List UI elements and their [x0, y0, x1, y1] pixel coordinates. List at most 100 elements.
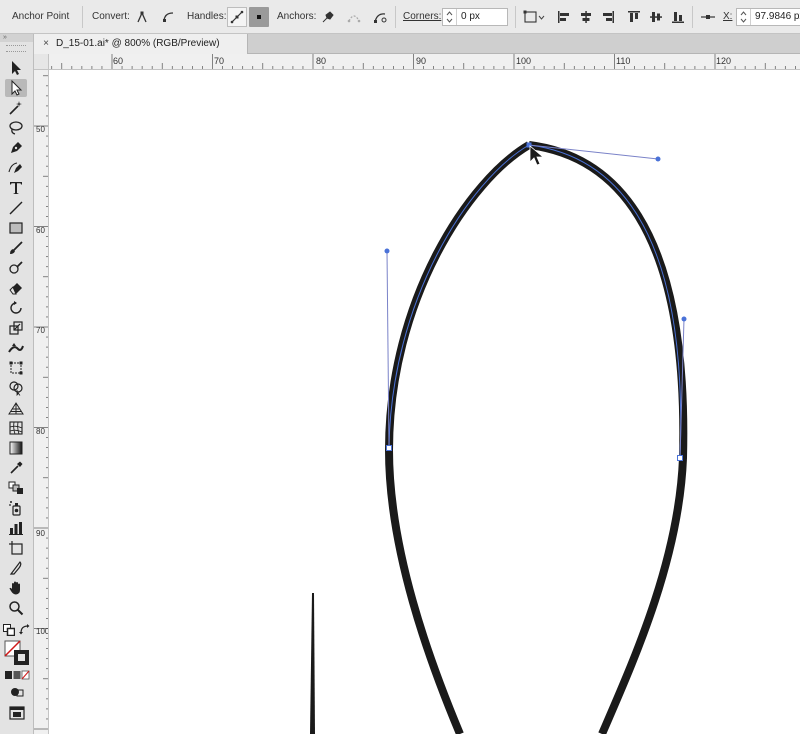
mesh-tool[interactable] [5, 419, 27, 437]
ruler-label: 120 [716, 56, 732, 66]
screen-mode-icon[interactable] [9, 706, 25, 720]
width-tool[interactable] [5, 339, 27, 357]
separator [515, 6, 516, 28]
artwork[interactable] [49, 70, 800, 734]
pen-tool[interactable] [5, 139, 27, 157]
selected-path-outline [388, 144, 682, 459]
direction-handle[interactable] [655, 156, 661, 162]
tools-panel-collapse[interactable]: » [0, 34, 33, 42]
blend-tool[interactable] [5, 479, 27, 497]
scale-tool[interactable] [5, 319, 27, 337]
artboard-canvas[interactable] [49, 70, 800, 734]
draw-mode-icon[interactable] [10, 686, 24, 698]
corners-radius-field[interactable]: 0 px [442, 8, 508, 26]
selection-arrow-icon [12, 61, 21, 75]
control-bar: Anchor Point Convert: Handles: Anchors: … [0, 0, 800, 34]
hand-icon [9, 581, 20, 595]
show-handles-multiple-button[interactable] [227, 7, 247, 27]
align-bottom-button[interactable] [668, 7, 688, 27]
shape-builder-tool[interactable] [5, 379, 27, 397]
anchor-point[interactable] [386, 445, 392, 451]
rectangle-tool[interactable] [5, 219, 27, 237]
artboard-tool[interactable] [5, 539, 27, 557]
transform-reference-dropdown[interactable] [522, 7, 548, 27]
direction-handle[interactable] [681, 316, 687, 322]
separator [395, 6, 396, 28]
ruler-label: 60 [113, 56, 124, 66]
pen-nib-icon [11, 142, 22, 153]
default-fill-stroke-icon[interactable] [3, 624, 16, 637]
tools-panel-grip[interactable] [6, 45, 26, 52]
ruler-label: 50 [36, 125, 45, 134]
hand-tool[interactable] [5, 579, 27, 597]
anchors-label: Anchors: [277, 11, 317, 22]
rotate-tool[interactable] [5, 299, 27, 317]
document-tab-title: D_15-01.ai* @ 800% (RGB/Preview) [56, 38, 220, 49]
symbol-sprayer-icon [9, 501, 21, 516]
gradient-icon [9, 441, 23, 455]
separator [82, 6, 83, 28]
ruler-label: 90 [416, 56, 427, 66]
ruler-origin[interactable] [34, 54, 49, 70]
show-handles-icon [230, 10, 244, 24]
x-position-field[interactable]: 97.9846 px [736, 8, 800, 26]
slice-tool[interactable] [5, 559, 27, 577]
type-tool[interactable] [5, 179, 27, 197]
ruler-label: 70 [214, 56, 225, 66]
anchor-point-position-icon-button[interactable] [698, 7, 718, 27]
line-segment-tool[interactable] [5, 199, 27, 217]
cut-path-at-anchor-button[interactable] [370, 7, 390, 27]
column-graph-tool[interactable] [5, 519, 27, 537]
align-right-button[interactable] [598, 7, 618, 27]
eraser-tool[interactable] [5, 279, 27, 297]
corners-stepper[interactable] [443, 9, 457, 25]
fill-stroke-swatches[interactable] [4, 640, 30, 666]
color-mode-buttons[interactable] [4, 670, 30, 680]
eyedropper-tool[interactable] [5, 459, 27, 477]
x-position-stepper[interactable] [737, 9, 751, 25]
shaper-tool[interactable] [5, 259, 27, 277]
free-transform-tool[interactable] [5, 359, 27, 377]
symbol-sprayer-tool[interactable] [5, 499, 27, 517]
ruler-label: 80 [36, 427, 45, 436]
hide-handles-multiple-button[interactable] [249, 7, 269, 27]
document-tab[interactable]: × D_15-01.ai* @ 800% (RGB/Preview) [34, 34, 248, 54]
curvature-pen-icon [8, 162, 22, 173]
convert-to-corner-button[interactable] [132, 7, 152, 27]
connect-endpoints-button[interactable] [344, 7, 364, 27]
reference-point-icon [523, 10, 545, 23]
rectangle-icon [9, 222, 23, 234]
zoom-tool[interactable] [5, 599, 27, 617]
width-icon [8, 343, 24, 353]
perspective-grid-tool[interactable] [5, 399, 27, 417]
type-t-icon [10, 182, 22, 194]
paintbrush-tool[interactable] [5, 239, 27, 257]
align-horizontal-center-button[interactable] [576, 7, 596, 27]
corners-label[interactable]: Corners: [403, 0, 441, 34]
align-left-button[interactable] [554, 7, 574, 27]
magic-wand-tool[interactable] [5, 99, 27, 117]
curvature-tool[interactable] [5, 159, 27, 177]
anchor-point[interactable] [677, 455, 683, 461]
align-vertical-center-button[interactable] [646, 7, 666, 27]
align-bottom-icon [672, 12, 684, 23]
swap-fill-stroke-icon[interactable] [19, 624, 31, 636]
cut-path-icon [374, 13, 387, 23]
remove-anchor-button[interactable] [318, 7, 338, 27]
gradient-tool[interactable] [5, 439, 27, 457]
lasso-tool[interactable] [5, 119, 27, 137]
align-top-button[interactable] [624, 7, 644, 27]
direction-handle[interactable] [384, 248, 390, 254]
close-tab-icon[interactable]: × [41, 34, 51, 54]
spike-shape[interactable] [310, 593, 315, 734]
convert-to-smooth-button[interactable] [158, 7, 178, 27]
ruler-label: 80 [316, 56, 327, 66]
selection-tool[interactable] [5, 59, 27, 77]
direct-selection-tool[interactable] [5, 79, 27, 97]
line-segment-icon [9, 201, 23, 215]
horizontal-ruler[interactable]: 60 70 80 90 100 110 120 [49, 54, 800, 70]
blend-icon [8, 481, 23, 494]
paintbrush-icon [10, 241, 23, 254]
vertical-ruler[interactable]: 50 60 70 80 90 100 [34, 70, 49, 734]
petal-path[interactable] [384, 141, 688, 734]
